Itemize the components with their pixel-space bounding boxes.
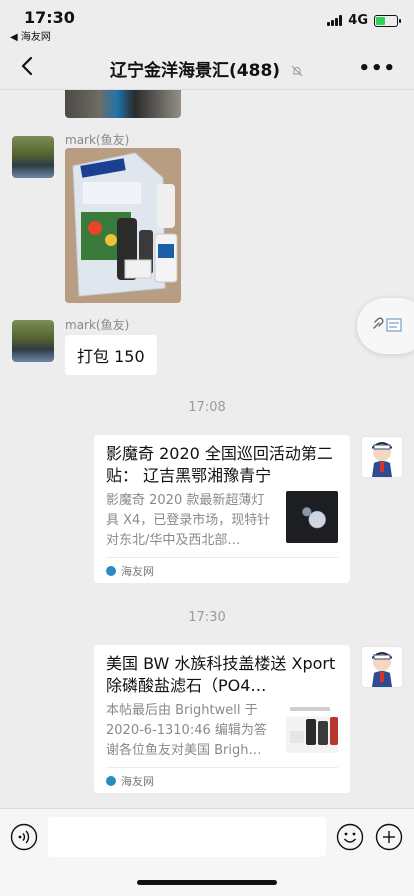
status-time: 17:30 <box>24 8 75 27</box>
time-divider: 17:30 <box>188 610 226 625</box>
chat-title: 辽宁金洋海景汇(488) <box>110 61 281 81</box>
card-footer: 海友网 <box>106 767 338 793</box>
emoji-icon[interactable] <box>336 823 364 851</box>
card-source: 海友网 <box>121 774 154 788</box>
battery-icon <box>374 14 401 27</box>
avatar[interactable] <box>361 436 403 478</box>
card-description: 本帖最后由 Brightwell 于 2020-6-1310:46 编辑为答谢各… <box>106 703 267 758</box>
card-footer: 海友网 <box>106 557 338 583</box>
card-thumbnail <box>286 491 338 543</box>
plus-icon[interactable] <box>375 823 403 851</box>
avatar[interactable] <box>12 320 54 362</box>
status-bar: 17:30 ◀ 海友网 4G <box>0 0 414 44</box>
image-message-partial[interactable] <box>65 90 181 118</box>
card-title: 美国 BW 水族科技盖楼送 Xport 除磷酸盐滤石（PO4… <box>106 654 336 695</box>
battery-fill <box>376 16 385 25</box>
avatar-cartoon-icon <box>372 442 392 477</box>
link-card[interactable]: 美国 BW 水族科技盖楼送 Xport 除磷酸盐滤石（PO4… 本帖最后由 Br… <box>94 645 350 793</box>
voice-input-icon[interactable] <box>10 823 38 851</box>
source-logo-icon <box>106 565 116 576</box>
home-indicator[interactable] <box>137 880 277 885</box>
card-title: 影魔奇 2020 全国巡回活动第二贴： 辽吉黑鄂湘豫青宁 <box>106 444 333 485</box>
message-input[interactable] <box>48 817 326 857</box>
chat-area[interactable]: mark(鱼友) mark(鱼友) 打包 150 17:08 影魔奇 2020 … <box>0 90 414 808</box>
avatar-cartoon-icon <box>372 652 392 687</box>
sender-name: mark(鱼友) <box>65 133 130 147</box>
product-photo-graphic <box>65 148 181 303</box>
link-card[interactable]: 影魔奇 2020 全国巡回活动第二贴： 辽吉黑鄂湘豫青宁 影魔奇 2020 款最… <box>94 435 350 583</box>
floating-widget-button[interactable] <box>357 298 414 354</box>
product-thumbnail-graphic <box>290 707 338 745</box>
avatar[interactable] <box>12 136 54 178</box>
signal-icon <box>327 15 343 26</box>
link-icon <box>373 317 402 332</box>
card-description: 影魔奇 2020 款最新超薄灯具 X4，已登录市场，现特针对东北/华中及西北部… <box>106 493 271 548</box>
mute-bell-icon <box>291 65 303 77</box>
time-divider: 17:08 <box>188 400 226 415</box>
card-source: 海友网 <box>121 564 154 578</box>
back-to-app-link[interactable]: ◀ 海友网 <box>10 28 51 43</box>
more-options-icon[interactable]: ••• <box>358 58 396 79</box>
status-right: 4G <box>327 13 401 28</box>
nav-bar: 辽宁金洋海景汇(488) ••• <box>0 44 414 90</box>
sender-name: mark(鱼友) <box>65 318 130 332</box>
product-photo[interactable] <box>65 148 181 303</box>
source-logo-icon <box>106 775 116 786</box>
avatar[interactable] <box>361 646 403 688</box>
chat-title-wrap[interactable]: 辽宁金洋海景汇(488) <box>0 56 414 81</box>
network-label: 4G <box>348 13 368 28</box>
text-message-bubble[interactable]: 打包 150 <box>65 335 157 375</box>
card-thumbnail <box>286 701 338 753</box>
